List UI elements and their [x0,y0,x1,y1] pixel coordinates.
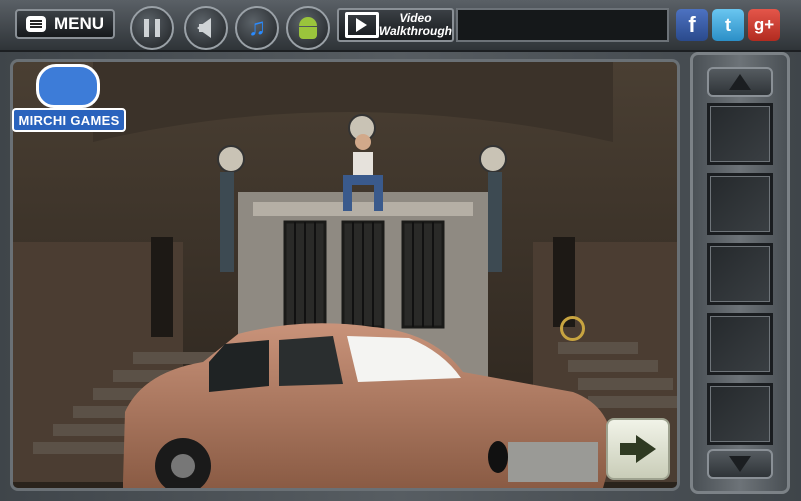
logo-text: MIRCHI GAMES [12,108,126,132]
inventory-slot-2[interactable] [707,173,773,235]
mirchi-games-logo[interactable]: MIRCHI GAMES [12,64,126,134]
menu-button[interactable]: MENU [15,9,115,39]
twitter-icon: t [725,14,731,35]
film-icon [345,12,379,38]
sound-button[interactable] [184,6,228,50]
android-icon [297,17,319,39]
video-walkthrough-button[interactable]: Video Walkthrough [337,8,454,42]
right-pillar [488,172,502,272]
left-door[interactable] [151,237,173,337]
pause-button[interactable] [130,6,174,50]
twitter-button[interactable]: t [712,9,744,41]
googleplus-icon: g+ [753,15,775,34]
left-pillar [220,172,234,272]
inventory-slot-4[interactable] [707,313,773,375]
chevron-down-icon [729,456,751,472]
gamepad-icon [36,64,100,108]
right-clock[interactable] [479,145,507,173]
inventory-scroll-up-button[interactable] [707,67,773,97]
inventory-slot-5[interactable] [707,383,773,445]
video-label-line2: Walkthrough [378,24,452,38]
inventory-slot-3[interactable] [707,243,773,305]
menu-label: MENU [53,14,105,33]
gated-windows[interactable] [283,220,445,329]
music-note-icon: ♫ [248,14,266,41]
video-label-line1: Video [399,11,432,25]
pause-icon [144,19,160,37]
inventory-panel [690,52,790,494]
facebook-icon: f [688,12,696,37]
speaker-icon [197,18,211,38]
inventory-slot-1[interactable] [707,103,773,165]
video-walkthrough-label: Video Walkthrough [379,12,452,38]
top-toolbar: MENU ♫ Video Walkthrough f t g+ [0,0,801,52]
arrow-right-icon [620,435,656,463]
googleplus-button[interactable]: g+ [748,9,780,41]
next-scene-button[interactable] [606,418,670,480]
message-bar [456,8,669,42]
building-ledge [253,202,473,216]
hamburger-icon [25,16,46,32]
left-clock[interactable] [217,145,245,173]
hidden-object-hotspot[interactable] [560,316,585,341]
chevron-up-icon [729,74,751,90]
music-button[interactable]: ♫ [235,6,279,50]
facebook-button[interactable]: f [676,9,708,41]
android-button[interactable] [286,6,330,50]
inventory-scroll-down-button[interactable] [707,449,773,479]
right-door[interactable] [553,237,575,327]
